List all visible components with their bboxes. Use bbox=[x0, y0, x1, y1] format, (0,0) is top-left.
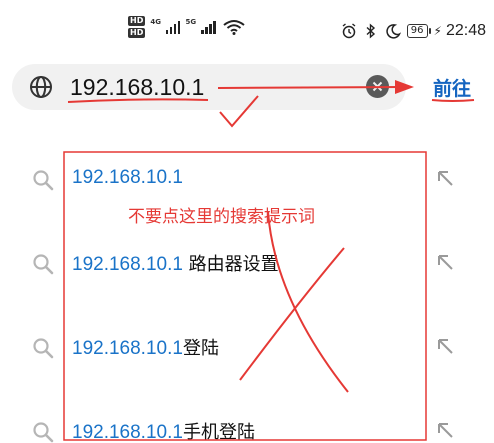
status-bar: HD HD 4G 5G 96 ⚡ 22:48 bbox=[0, 0, 494, 60]
network-type: 4G bbox=[150, 18, 161, 26]
go-button[interactable]: 前往 bbox=[433, 74, 471, 101]
clear-icon bbox=[372, 81, 383, 92]
globe-icon bbox=[30, 76, 52, 98]
suggestion-ip: 192.168.10.1 bbox=[72, 338, 183, 359]
battery-level: 96 bbox=[406, 24, 431, 38]
system-indicators: 96 ⚡ 22:48 bbox=[341, 22, 486, 40]
suggestion-item[interactable]: 192.168.10.1登陆 bbox=[0, 322, 494, 372]
arrow-up-left-icon[interactable] bbox=[435, 168, 455, 188]
arrow-up-left-icon[interactable] bbox=[435, 336, 455, 356]
suggestion-suffix: 手机登陆 bbox=[182, 422, 255, 443]
arrow-up-left-icon[interactable] bbox=[435, 252, 455, 272]
battery-indicator: 96 ⚡ bbox=[406, 24, 442, 38]
search-icon bbox=[33, 422, 54, 443]
suggestion-item[interactable]: 192.168.10.1手机登陆 bbox=[0, 406, 494, 443]
annotation-note: 不要点这里的搜索提示词 bbox=[128, 207, 315, 227]
moon-icon bbox=[386, 24, 401, 39]
url-input[interactable] bbox=[70, 64, 270, 110]
address-bar[interactable] bbox=[12, 64, 406, 110]
wifi-icon bbox=[222, 20, 245, 35]
suggestion-ip: 192.168.10.1 bbox=[72, 422, 183, 443]
search-icon bbox=[33, 338, 54, 359]
suggestion-suffix: 路由器设置 bbox=[182, 254, 279, 275]
suggestion-item[interactable]: 192.168.10.1 bbox=[0, 154, 494, 204]
search-icon bbox=[33, 170, 54, 191]
hd-badge: HD bbox=[128, 16, 146, 26]
charging-icon: ⚡ bbox=[433, 24, 442, 38]
signal-bars-icon bbox=[201, 20, 216, 34]
suggestion-ip: 192.168.10.1 bbox=[72, 167, 183, 188]
signal-bars-icon bbox=[165, 20, 181, 34]
bluetooth-icon bbox=[366, 23, 375, 39]
signal-indicators: HD HD 4G 5G bbox=[128, 16, 245, 38]
search-icon bbox=[33, 254, 54, 275]
alarm-icon bbox=[342, 23, 356, 39]
suggestion-ip: 192.168.10.1 bbox=[72, 254, 183, 275]
clear-button[interactable] bbox=[366, 75, 389, 98]
hd-badges: HD HD bbox=[128, 16, 146, 38]
arrow-up-left-icon[interactable] bbox=[435, 420, 455, 440]
suggestion-item[interactable]: 192.168.10.1 路由器设置 bbox=[0, 238, 494, 288]
network-type: 5G bbox=[185, 18, 197, 26]
suggestion-suffix: 登陆 bbox=[182, 338, 219, 359]
clock: 22:48 bbox=[445, 22, 486, 39]
hd-badge: HD bbox=[128, 28, 146, 38]
